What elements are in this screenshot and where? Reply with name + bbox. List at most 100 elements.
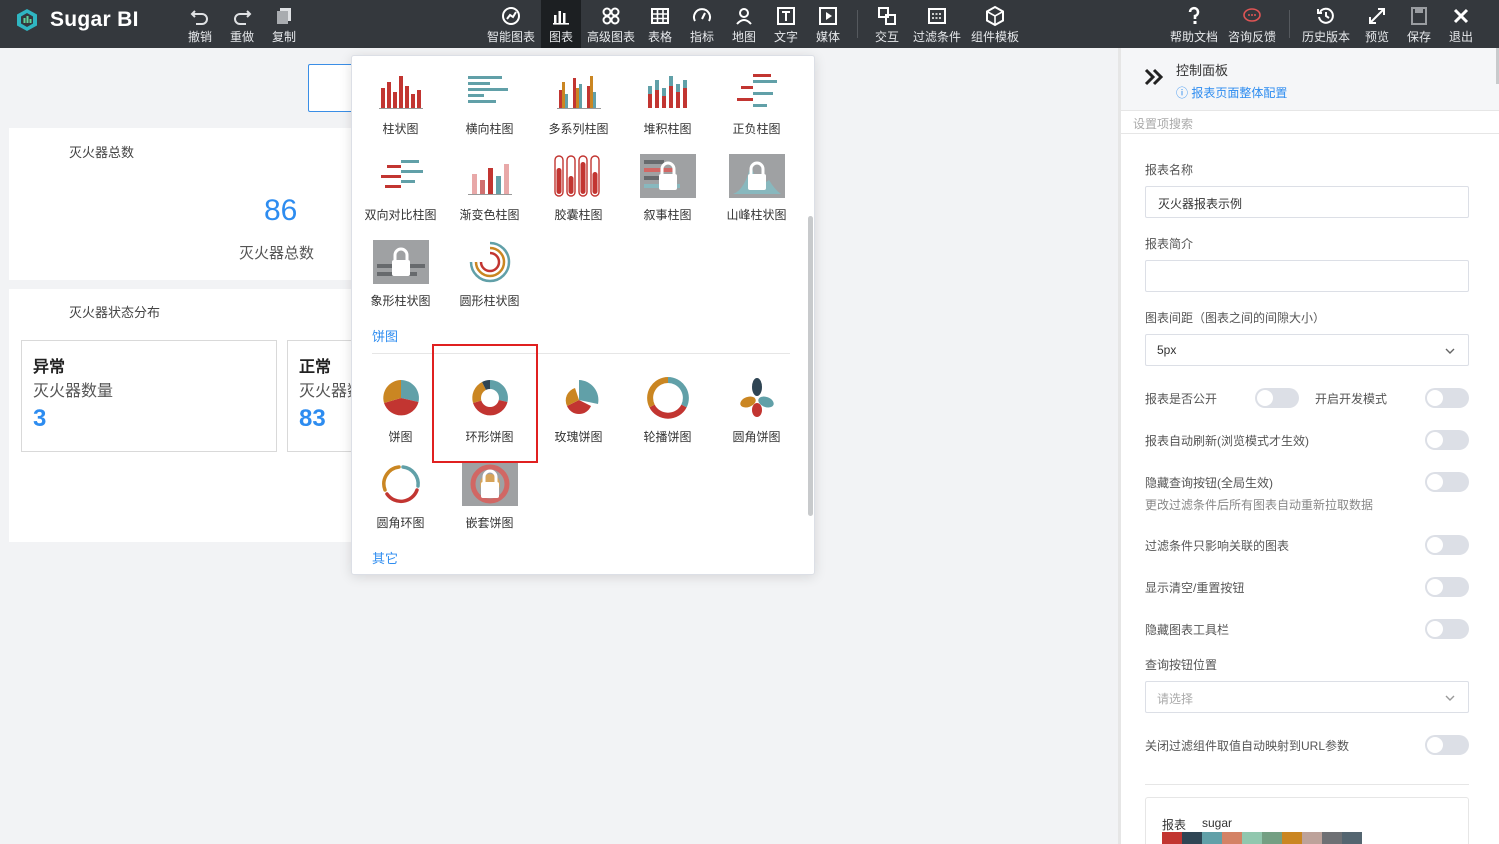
history-button[interactable]: 历史版本 (1301, 0, 1351, 48)
advanced-chart-button[interactable]: 高级图表 (585, 0, 637, 48)
question-icon (1188, 6, 1200, 24)
chart-option-pie[interactable]: 饼图 (356, 364, 445, 450)
chart-button[interactable]: 图表 (541, 0, 581, 48)
map-button[interactable]: 地图 (730, 0, 758, 48)
public-toggle[interactable] (1255, 388, 1299, 408)
exit-button[interactable]: 退出 (1447, 0, 1475, 48)
preview-button[interactable]: 预览 (1363, 0, 1391, 48)
stat-heading: 异常 (33, 359, 66, 376)
query-position-select[interactable]: 请选择 (1145, 681, 1469, 713)
chart-option-nested-pie[interactable]: 嵌套饼图 (445, 450, 534, 536)
indicator-button[interactable]: 指标 (688, 0, 716, 48)
auto-refresh-toggle[interactable] (1425, 430, 1469, 450)
chart-option-carousel-pie[interactable]: 轮播饼图 (623, 364, 712, 450)
smart-chart-button[interactable]: 智能图表 (485, 0, 537, 48)
feedback-button[interactable]: 咨询反馈 (1227, 0, 1277, 48)
map-pin-icon (736, 8, 752, 25)
chart-option-label: 叙事柱图 (643, 208, 692, 222)
chart-option-stacked-bar[interactable]: 堆积柱图 (623, 56, 712, 142)
hide-query-hint: 更改过滤条件后所有图表自动重新拉取数据 (1145, 498, 1374, 512)
indicator-label: 指标 (689, 30, 714, 44)
chart-option-multi-series-bar[interactable]: 多系列柱图 (534, 56, 623, 142)
smart-chart-label: 智能图表 (486, 30, 535, 44)
chart-option-peak-bar[interactable]: 山峰柱状图 (712, 142, 801, 228)
color-swatch (1182, 832, 1202, 844)
rose-pie-icon (565, 380, 598, 414)
hide-query-toggle[interactable] (1425, 472, 1469, 492)
media-button[interactable]: 媒体 (814, 0, 842, 48)
chart-option-label: 胶囊柱图 (554, 208, 603, 222)
stat-normal[interactable]: 正常 灭火器数量 83 (287, 340, 354, 452)
advanced-chart-icon (602, 7, 620, 25)
chart-option-circular-bar[interactable]: 圆形柱状图 (445, 228, 534, 314)
chart-option-capsule-bar[interactable]: 胶囊柱图 (534, 142, 623, 228)
chart-option-narrative-bar[interactable]: 叙事柱图 (623, 142, 712, 228)
toolbar-divider (1289, 10, 1290, 38)
table-label: 表格 (647, 30, 672, 44)
multi-series-bar-icon (556, 76, 601, 109)
chart-option-rose-pie[interactable]: 玫瑰饼图 (534, 364, 623, 450)
stat-value: 83 (299, 405, 326, 432)
toolbar-divider (857, 10, 858, 38)
save-button[interactable]: 保存 (1405, 0, 1433, 48)
text-icon (777, 7, 795, 25)
advanced-chart-label: 高级图表 (586, 30, 635, 44)
chart-gap-select[interactable]: 5px (1145, 334, 1469, 366)
theme-card[interactable]: 报表 sugar (1145, 797, 1469, 844)
undo-icon (190, 10, 208, 25)
table-button[interactable]: 表格 (646, 0, 674, 48)
sugar-bi-logo-icon (17, 9, 37, 31)
chart-option-horizontal-bar[interactable]: 横向柱图 (445, 56, 534, 142)
text-button[interactable]: 文字 (772, 0, 800, 48)
feedback-label: 咨询反馈 (1227, 30, 1276, 44)
chart-option-positive-negative-bar[interactable]: 正负柱图 (712, 56, 801, 142)
hide-toolbar-toggle[interactable] (1425, 619, 1469, 639)
close-icon (1453, 8, 1469, 24)
page-config-link[interactable]: ⓘ 报表页面整体配置 (1176, 84, 1287, 101)
filter-related-toggle[interactable] (1425, 535, 1469, 555)
settings-search-input[interactable]: 设置项搜索 (1121, 110, 1499, 134)
chart-option-rounded-ring[interactable]: 圆角环图 (356, 450, 445, 536)
report-desc-input[interactable] (1145, 260, 1469, 292)
chart-option-donut[interactable]: 环形饼图 (445, 364, 534, 450)
filter-button[interactable]: 过滤条件 (912, 0, 962, 48)
stacked-bar-icon (647, 76, 687, 108)
chart-option-gradient-bar[interactable]: 渐变色柱图 (445, 142, 534, 228)
show-reset-toggle[interactable] (1425, 577, 1469, 597)
component-template-button[interactable]: 组件模板 (970, 0, 1020, 48)
color-swatch (1322, 832, 1342, 844)
copy-button[interactable]: 复制 (270, 0, 298, 48)
chart-option-rounded-pie[interactable]: 圆角饼图 (712, 364, 801, 450)
carousel-pie-icon (646, 377, 689, 419)
color-swatch (1342, 832, 1362, 844)
interaction-button[interactable]: 交互 (873, 0, 901, 48)
help-button[interactable]: 帮助文档 (1169, 0, 1219, 48)
dev-mode-toggle[interactable] (1425, 388, 1469, 408)
hide-query-label: 隐藏查询按钮(全局生效) (1145, 476, 1273, 490)
auto-refresh-label: 报表自动刷新(浏览模式才生效) (1145, 434, 1309, 448)
donut-chart-icon (471, 380, 508, 416)
lock-icon (728, 154, 785, 198)
url-param-toggle[interactable] (1425, 735, 1469, 755)
chart-option-pictorial-bar[interactable]: 象形柱状图 (356, 228, 445, 314)
redo-button[interactable]: 重做 (228, 0, 256, 48)
capsule-bar-icon (553, 155, 600, 197)
undo-button[interactable]: 撤销 (186, 0, 214, 48)
menu-scrollbar[interactable] (808, 216, 813, 516)
total-count-card[interactable]: 灭火器总数 86 灭火器总数 (9, 128, 354, 280)
query-position-placeholder: 请选择 (1157, 692, 1194, 706)
report-name-input[interactable]: 灭火器报表示例 (1145, 186, 1469, 218)
section-divider (372, 353, 790, 354)
preview-label: 预览 (1364, 30, 1389, 44)
bidirectional-bar-icon (380, 160, 423, 188)
stat-value: 3 (33, 405, 47, 432)
stat-abnormal[interactable]: 异常 灭火器数量 3 (21, 340, 277, 452)
chart-option-label: 圆角饼图 (732, 430, 781, 444)
lock-icon (372, 240, 429, 284)
gauge-icon (693, 8, 711, 22)
rounded-pie-icon (739, 378, 774, 417)
stat-heading: 正常 (299, 359, 332, 376)
collapse-panel-icon[interactable] (1143, 68, 1165, 86)
chart-option-bar[interactable]: 柱状图 (356, 56, 445, 142)
chart-option-bidirectional-bar[interactable]: 双向对比柱图 (356, 142, 445, 228)
